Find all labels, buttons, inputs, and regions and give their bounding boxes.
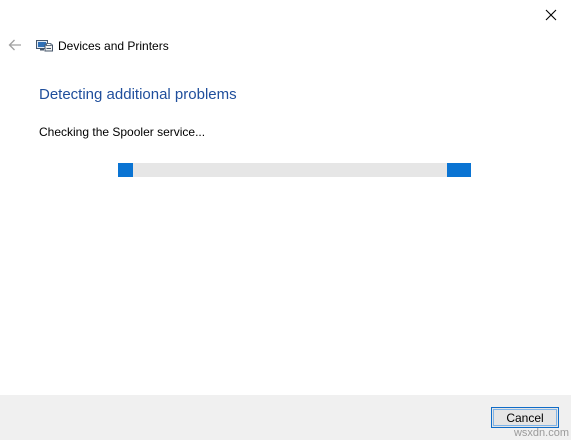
window-title-bar: Devices and Printers <box>36 37 169 55</box>
close-icon <box>545 9 557 21</box>
wizard-heading: Detecting additional problems <box>39 86 237 103</box>
progress-indicator-right <box>447 163 471 177</box>
close-button[interactable] <box>539 4 563 26</box>
devices-printers-icon <box>36 40 53 52</box>
status-text: Checking the Spooler service... <box>39 125 206 139</box>
progress-indicator-left <box>118 163 133 177</box>
back-button[interactable] <box>6 36 24 54</box>
footer-bar: Cancel wsxdn.com <box>0 395 571 440</box>
progress-bar <box>118 163 471 177</box>
troubleshooter-window: Devices and Printers Detecting additiona… <box>0 0 571 440</box>
cancel-button[interactable]: Cancel <box>491 407 559 428</box>
watermark: wsxdn.com <box>513 427 569 439</box>
back-arrow-icon <box>8 39 21 51</box>
window-title: Devices and Printers <box>58 39 169 53</box>
